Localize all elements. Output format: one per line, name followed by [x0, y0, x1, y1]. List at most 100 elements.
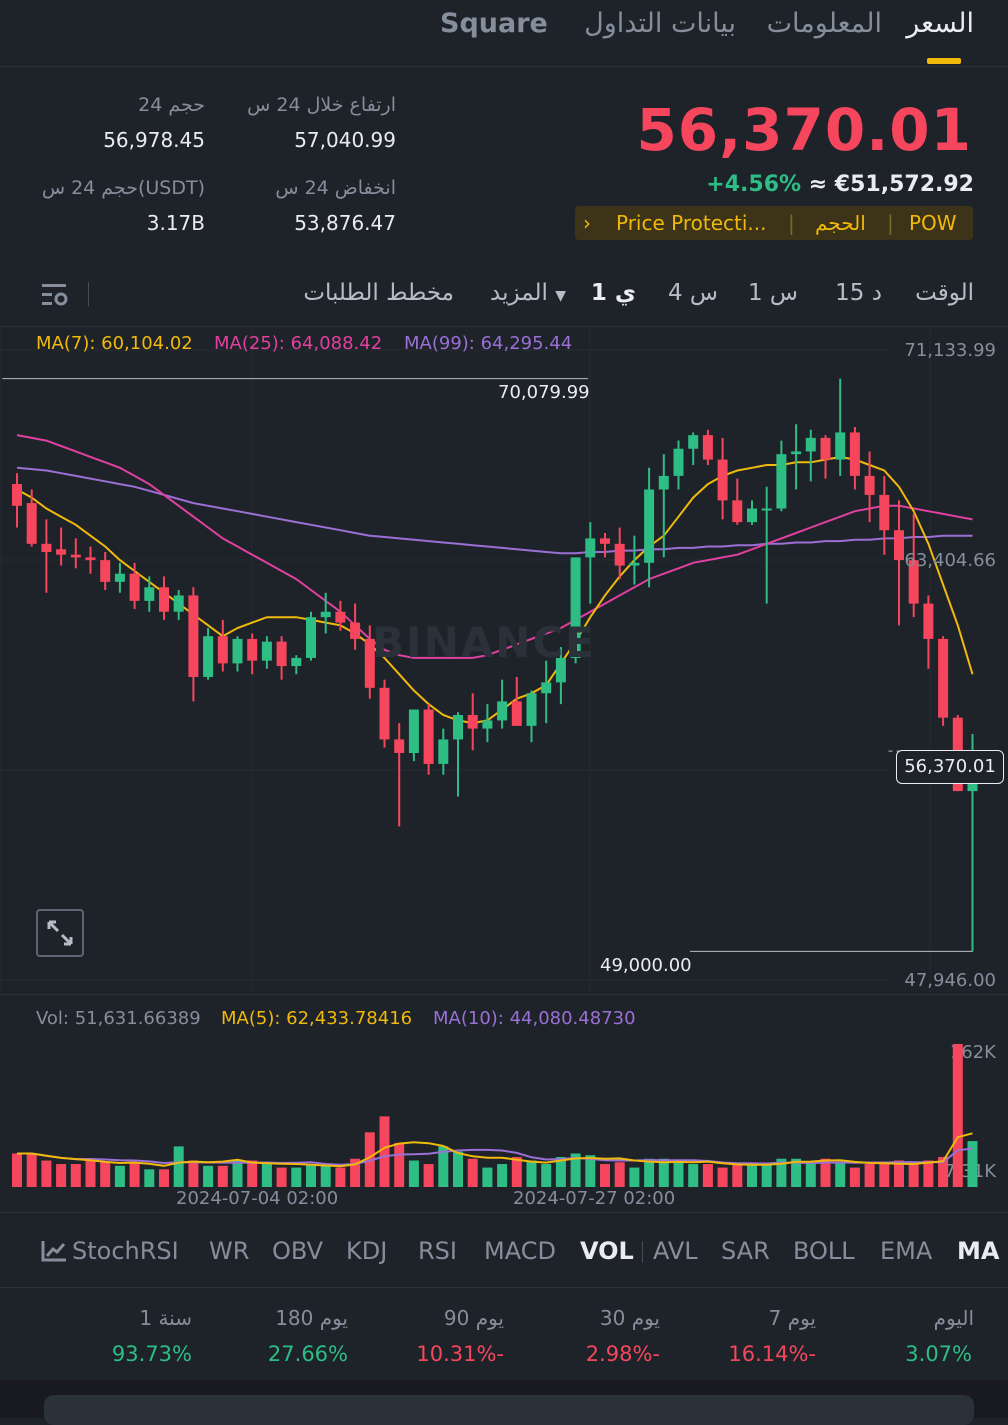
- volume-bar: [761, 1164, 772, 1187]
- price-axis-mid: 63,404.66: [904, 550, 996, 571]
- candle-body: [70, 554, 81, 558]
- active-tab-indicator: [927, 58, 961, 64]
- volume-bar: [394, 1142, 405, 1187]
- volume-bar: [320, 1164, 331, 1187]
- volume-bar: [629, 1167, 640, 1187]
- indicator-kdj[interactable]: KDJ: [346, 1237, 387, 1265]
- candle-body: [614, 543, 625, 566]
- candle-body: [511, 701, 522, 726]
- volume-bar: [232, 1160, 243, 1187]
- volume-bar: [173, 1146, 184, 1187]
- candle-body: [350, 622, 361, 639]
- indicator-avl[interactable]: AVL: [653, 1237, 698, 1265]
- volume-bar: [423, 1164, 434, 1187]
- volume-ma10-label: MA(10): 44,080.48730: [433, 1008, 636, 1029]
- perf-180d-label: 180 يوم: [275, 1306, 348, 1330]
- candle-body: [320, 611, 331, 618]
- volume-bar: [114, 1165, 125, 1187]
- low-24h-value: 53,876.47: [294, 211, 396, 235]
- indicator-macd[interactable]: MACD: [484, 1237, 556, 1265]
- volume-bar: [56, 1164, 67, 1187]
- candle-body: [864, 475, 875, 495]
- perf-30d-label: 30 يوم: [599, 1306, 660, 1330]
- volume-bar: [849, 1167, 860, 1187]
- interval-15m[interactable]: 15 د: [835, 280, 882, 306]
- volume-bar: [306, 1164, 316, 1187]
- indicator-rsi[interactable]: RSI: [418, 1237, 457, 1265]
- date-label-1: 2024-07-04 02:00: [176, 1188, 339, 1209]
- candle-body: [541, 682, 552, 694]
- volume-bar: [85, 1158, 96, 1187]
- volume-bar: [129, 1162, 140, 1187]
- volume-bar: [952, 1044, 963, 1187]
- volume-bar: [541, 1164, 552, 1187]
- interval-1d[interactable]: 1 ي: [591, 280, 636, 306]
- volume-bar: [688, 1164, 699, 1187]
- perf-today-value: 3.07%: [905, 1342, 972, 1366]
- chart-indicator-icon[interactable]: [40, 1239, 68, 1267]
- volume-bar: [805, 1162, 816, 1187]
- volume-bar: [453, 1151, 463, 1187]
- candle-body: [85, 557, 96, 561]
- candle-body: [41, 543, 52, 552]
- order-book-chart[interactable]: مخطط الطلبات: [303, 280, 454, 306]
- interval-4h[interactable]: 4 س: [668, 280, 718, 306]
- volume-bar: [526, 1160, 537, 1187]
- candle-body: [217, 636, 228, 664]
- candle-body: [188, 595, 199, 677]
- candle-body: [820, 437, 831, 460]
- volume-bar: [408, 1160, 419, 1187]
- candle-body: [276, 641, 287, 667]
- high-24h-value: 57,040.99: [294, 128, 396, 152]
- tab-trading-data[interactable]: بيانات التداول: [584, 8, 736, 39]
- indicator-wr[interactable]: WR: [209, 1237, 249, 1265]
- indicator-vol[interactable]: VOL: [580, 1237, 634, 1265]
- candle-body: [791, 451, 802, 455]
- volume-bar: [747, 1164, 757, 1187]
- candle-body: [453, 714, 463, 740]
- perf-90d-label: 90 يوم: [443, 1306, 504, 1330]
- tag-pow[interactable]: POW: [909, 211, 957, 235]
- indicator-ma[interactable]: MA: [957, 1237, 999, 1265]
- volume-bar: [41, 1160, 52, 1187]
- tab-square[interactable]: Square: [440, 8, 548, 39]
- price-axis-top: 71,133.99: [904, 340, 996, 361]
- candle-body: [717, 459, 728, 501]
- candle-body: [247, 638, 258, 661]
- more-dropdown[interactable]: المزيد ▼: [490, 280, 566, 306]
- candle-body: [394, 739, 405, 754]
- caret-down-icon: ▼: [555, 288, 566, 304]
- volume-bar: [923, 1160, 934, 1187]
- tag-volume[interactable]: الحجم: [815, 211, 866, 235]
- indicator-sar[interactable]: SAR: [721, 1237, 770, 1265]
- candle-body: [600, 538, 610, 544]
- volume-label: Vol: 51,631.66389: [36, 1008, 201, 1029]
- price-change-line: +4.56% ≈ €51,572.92: [706, 172, 974, 197]
- high-24h-label: ارتفاع خلال 24 س: [247, 94, 396, 116]
- candle-body: [732, 500, 743, 523]
- token-tags: › Price Protecti... | الحجم | POW: [575, 206, 973, 240]
- candle-body: [482, 720, 493, 729]
- tab-info[interactable]: المعلومات: [767, 8, 882, 39]
- indicator-boll[interactable]: BOLL: [793, 1237, 855, 1265]
- candle-body: [423, 709, 434, 764]
- indicator-stochrsi[interactable]: StochRSI: [72, 1237, 179, 1265]
- candle-body: [805, 437, 816, 452]
- fullscreen-button[interactable]: [36, 909, 84, 957]
- candle-body: [438, 739, 449, 764]
- volume-bar: [600, 1164, 610, 1187]
- candle-body: [761, 508, 772, 511]
- volume-bar: [335, 1167, 346, 1187]
- indicator-ema[interactable]: EMA: [880, 1237, 932, 1265]
- candle-body: [100, 560, 111, 582]
- indicator-obv[interactable]: OBV: [272, 1237, 323, 1265]
- tag-price-protection[interactable]: Price Protecti...: [616, 211, 767, 235]
- tab-price[interactable]: السعر: [906, 8, 974, 39]
- perf-180d-value: 27.66%: [267, 1342, 348, 1366]
- perf-today-label: اليوم: [933, 1306, 974, 1330]
- candle-body: [232, 638, 243, 664]
- expand-icon: [47, 920, 73, 946]
- chart-settings-icon[interactable]: [40, 282, 70, 312]
- interval-1h[interactable]: 1 س: [748, 280, 798, 306]
- time-label: الوقت: [915, 280, 974, 306]
